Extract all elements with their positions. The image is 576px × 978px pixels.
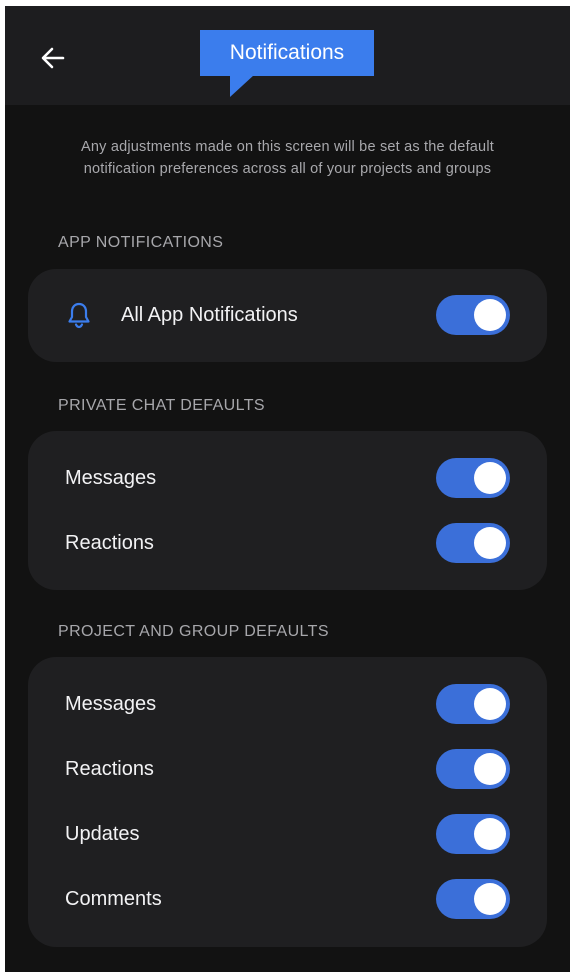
section-heading-app-notifications: APP NOTIFICATIONS	[58, 234, 224, 251]
setting-row-project-updates: Updates	[28, 810, 547, 858]
toggle-knob	[474, 818, 506, 850]
back-button[interactable]	[35, 40, 71, 76]
project-updates-toggle[interactable]	[436, 814, 510, 854]
setting-row-project-reactions: Reactions	[28, 745, 547, 793]
project-reactions-toggle[interactable]	[436, 749, 510, 789]
setting-label: Reactions	[65, 758, 154, 780]
setting-label: Reactions	[65, 532, 154, 554]
setting-row-project-messages: Messages	[28, 680, 547, 728]
setting-label: Messages	[65, 467, 157, 489]
project-messages-toggle[interactable]	[436, 684, 510, 724]
notifications-screen: Notifications Any adjustments made on th…	[5, 6, 570, 972]
private-reactions-toggle[interactable]	[436, 523, 510, 563]
description-text: Any adjustments made on this screen will…	[81, 139, 494, 177]
private-chat-defaults-card: Messages Reactions	[28, 431, 547, 590]
setting-label: Updates	[65, 823, 140, 845]
project-comments-toggle[interactable]	[436, 879, 510, 919]
section-heading-private-chat-defaults: PRIVATE CHAT DEFAULTS	[58, 397, 265, 414]
header-bar: Notifications	[5, 6, 570, 105]
toggle-knob	[474, 462, 506, 494]
toggle-knob	[474, 527, 506, 559]
bell-icon	[68, 302, 90, 329]
setting-row-all-app-notifications: All App Notifications	[28, 291, 547, 339]
back-arrow-icon	[41, 47, 65, 69]
setting-label: Messages	[65, 693, 157, 715]
section-heading-project-group-defaults: PROJECT AND GROUP DEFAULTS	[58, 623, 329, 640]
toggle-knob	[474, 753, 506, 785]
setting-label: All App Notifications	[121, 304, 298, 326]
setting-label: Comments	[65, 888, 162, 910]
toggle-knob	[474, 883, 506, 915]
toggle-knob	[474, 299, 506, 331]
title-callout-tail	[230, 75, 254, 97]
app-notifications-card: All App Notifications	[28, 269, 547, 362]
all-app-notifications-toggle[interactable]	[436, 295, 510, 335]
private-messages-toggle[interactable]	[436, 458, 510, 498]
setting-row-private-reactions: Reactions	[28, 519, 547, 567]
setting-row-private-messages: Messages	[28, 454, 547, 502]
toggle-knob	[474, 688, 506, 720]
setting-row-project-comments: Comments	[28, 875, 547, 923]
page-title: Notifications	[200, 30, 374, 76]
project-group-defaults-card: Messages Reactions Updates Comments	[28, 657, 547, 947]
